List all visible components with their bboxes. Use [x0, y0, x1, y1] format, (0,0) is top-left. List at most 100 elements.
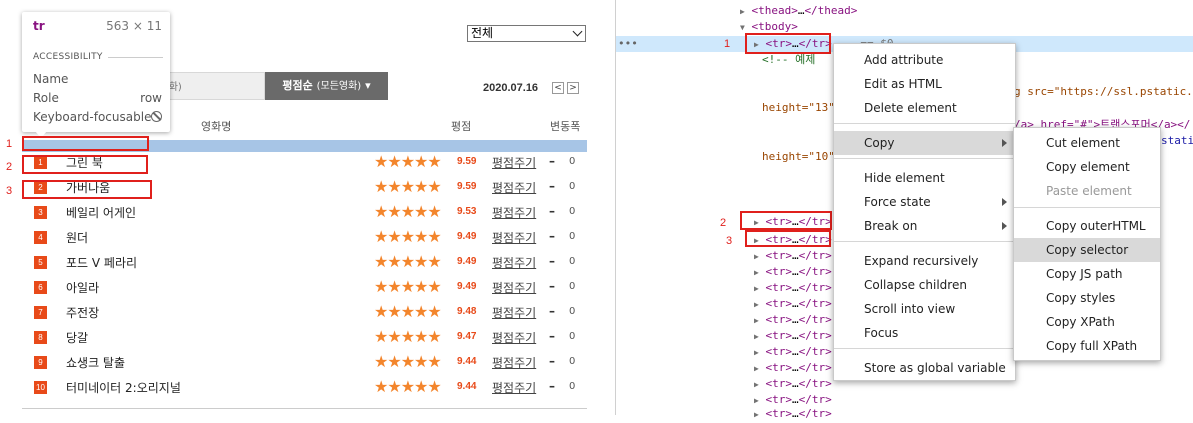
next-date-button[interactable]: >: [567, 82, 579, 94]
tooltip-key-focusable: Keyboard-focusable: [33, 110, 152, 124]
rate-movie-link[interactable]: 평점주기: [492, 379, 536, 396]
copy-submenu-item-cut-element[interactable]: Cut element: [1014, 131, 1160, 155]
copy-submenu-item-copy-xpath[interactable]: Copy XPath: [1014, 310, 1160, 334]
gutter-more-icon[interactable]: •••: [618, 36, 638, 52]
copy-submenu-item-copy-selector[interactable]: Copy selector: [1014, 238, 1160, 262]
movie-score: 9.49: [457, 281, 477, 292]
context-menu-item-store-as-global-variable[interactable]: Store as global variable: [834, 356, 1015, 380]
rank-badge: 6: [34, 281, 47, 294]
movie-title-link[interactable]: 아일라: [66, 279, 99, 296]
tr-ellipsis: …: [791, 345, 799, 358]
movie-row: 3 베일리 어게인 ★★★★★ 9.53 평점주기 – 0: [0, 201, 600, 226]
expand-triangle-icon[interactable]: ▶: [754, 332, 759, 341]
menu-item-label: Store as global variable: [864, 361, 1006, 375]
copy-submenu-item-copy-outerhtml[interactable]: Copy outerHTML: [1014, 214, 1160, 238]
column-header-score: 평점: [451, 120, 472, 133]
expand-triangle-icon[interactable]: ▶: [754, 364, 759, 373]
tr-open-tag: <tr>: [765, 329, 792, 342]
expand-triangle-icon[interactable]: ▶: [754, 252, 759, 261]
movie-title-link[interactable]: 당갈: [66, 329, 88, 346]
ranking-date: 2020.07.16: [483, 82, 539, 94]
expand-triangle-icon[interactable]: ▶: [754, 348, 759, 357]
tr-close-tag: </tr>: [798, 313, 832, 326]
list-bottom-divider: [22, 408, 587, 409]
copy-submenu-item-copy-full-xpath[interactable]: Copy full XPath: [1014, 334, 1160, 358]
menu-separator: [1014, 207, 1160, 208]
prev-date-button[interactable]: <: [552, 82, 564, 94]
filter-select-value: 전체: [471, 26, 494, 40]
star-rating-icon: ★★★★★: [374, 202, 442, 221]
menu-item-label: Focus: [864, 326, 899, 340]
rate-movie-link[interactable]: 평점주기: [492, 329, 536, 346]
tab-all-movies[interactable]: 평점순 (모든영화) ▾: [265, 72, 388, 100]
movie-title-link[interactable]: 베일리 어게인: [66, 204, 136, 221]
movie-title-link[interactable]: 포드 V 페라리: [66, 254, 137, 271]
rank-change-value: 0: [569, 206, 576, 217]
movie-row: 6 아일라 ★★★★★ 9.49 평점주기 – 0: [0, 276, 600, 301]
dom-node-tr[interactable]: ▶ <tr>…</tr>: [616, 406, 1193, 422]
context-menu-item-break-on[interactable]: Break on: [834, 214, 1015, 238]
copy-submenu-item-copy-element[interactable]: Copy element: [1014, 155, 1160, 179]
tr-ellipsis: …: [791, 297, 799, 310]
context-menu-item-edit-as-html[interactable]: Edit as HTML: [834, 72, 1015, 96]
rate-movie-link[interactable]: 평점주기: [492, 279, 536, 296]
context-menu-item-focus[interactable]: Focus: [834, 321, 1015, 345]
expand-triangle-icon[interactable]: ▶: [754, 316, 759, 325]
rate-movie-link[interactable]: 평점주기: [492, 354, 536, 371]
tab-all-label: 평점순: [282, 79, 313, 92]
tr-open-tag: <tr>: [765, 361, 792, 374]
movie-title-link[interactable]: 터미네이터 2:오리지널: [66, 379, 181, 396]
collapse-triangle-icon[interactable]: ▼: [740, 23, 745, 32]
expand-triangle-icon[interactable]: ▶: [754, 380, 759, 389]
context-menu-item-delete-element[interactable]: Delete element: [834, 96, 1015, 120]
rate-movie-link[interactable]: 평점주기: [492, 254, 536, 271]
tr-ellipsis: …: [791, 377, 799, 390]
rate-movie-link[interactable]: 평점주기: [492, 179, 536, 196]
copy-submenu-item-copy-js-path[interactable]: Copy JS path: [1014, 262, 1160, 286]
rate-movie-link[interactable]: 평점주기: [492, 229, 536, 246]
rate-movie-link[interactable]: 평점주기: [492, 154, 536, 171]
rank-change-value: 0: [569, 156, 576, 167]
caret-down-icon: ▾: [365, 79, 371, 92]
movie-title-link[interactable]: 원더: [66, 229, 88, 246]
context-menu-item-scroll-into-view[interactable]: Scroll into view: [834, 297, 1015, 321]
no-change-icon: –: [549, 379, 555, 393]
annotation-label-2-right: 2: [720, 217, 727, 229]
no-change-icon: –: [549, 154, 555, 168]
element-context-menu: Add attribute Edit as HTML Delete element C…: [833, 43, 1016, 381]
context-menu-item-force-state[interactable]: Force state: [834, 190, 1015, 214]
tr-close-tag: </tr>: [798, 329, 832, 342]
expand-triangle-icon[interactable]: ▶: [740, 7, 745, 16]
rate-movie-link[interactable]: 평점주기: [492, 204, 536, 221]
annotation-label-3-right: 3: [726, 235, 733, 247]
tr-open-tag: <tr>: [765, 297, 792, 310]
context-menu-item-add-attribute[interactable]: Add attribute: [834, 48, 1015, 72]
rank-change-value: 0: [569, 356, 576, 367]
context-menu-item-collapse-children[interactable]: Collapse children: [834, 273, 1015, 297]
tooltip-key-role: Role: [33, 91, 59, 105]
menu-item-label: Delete element: [864, 101, 957, 115]
genre-filter-select[interactable]: 전체: [467, 25, 586, 42]
expand-triangle-icon[interactable]: ▶: [754, 300, 759, 309]
movie-score: 9.59: [457, 181, 477, 192]
context-menu-item-hide-element[interactable]: Hide element: [834, 166, 1015, 190]
movie-score: 9.47: [457, 331, 477, 342]
no-change-icon: –: [549, 279, 555, 293]
expand-triangle-icon[interactable]: ▶: [754, 268, 759, 277]
context-menu-item-copy[interactable]: Copy: [834, 131, 1015, 155]
rank-change-value: 0: [569, 331, 576, 342]
tr-open-tag: <tr>: [765, 281, 792, 294]
dom-node-tbody[interactable]: ▼ <tbody>: [616, 19, 1193, 35]
expand-triangle-icon[interactable]: ▶: [754, 284, 759, 293]
context-menu-item-expand-recursively[interactable]: Expand recursively: [834, 249, 1015, 273]
movie-title-link[interactable]: 주전장: [66, 304, 99, 321]
copy-submenu-item-copy-styles[interactable]: Copy styles: [1014, 286, 1160, 310]
rate-movie-link[interactable]: 평점주기: [492, 304, 536, 321]
annotation-box-1-left: [22, 136, 149, 151]
menu-item-label: Force state: [864, 195, 931, 209]
not-allowed-icon: [151, 110, 162, 124]
movie-title-link[interactable]: 쇼생크 탈출: [66, 354, 125, 371]
dom-node-thead[interactable]: ▶ <thead>…</thead>: [616, 3, 1193, 19]
submenu-item-label: Cut element: [1046, 136, 1120, 150]
expand-triangle-icon[interactable]: ▶: [754, 396, 759, 405]
